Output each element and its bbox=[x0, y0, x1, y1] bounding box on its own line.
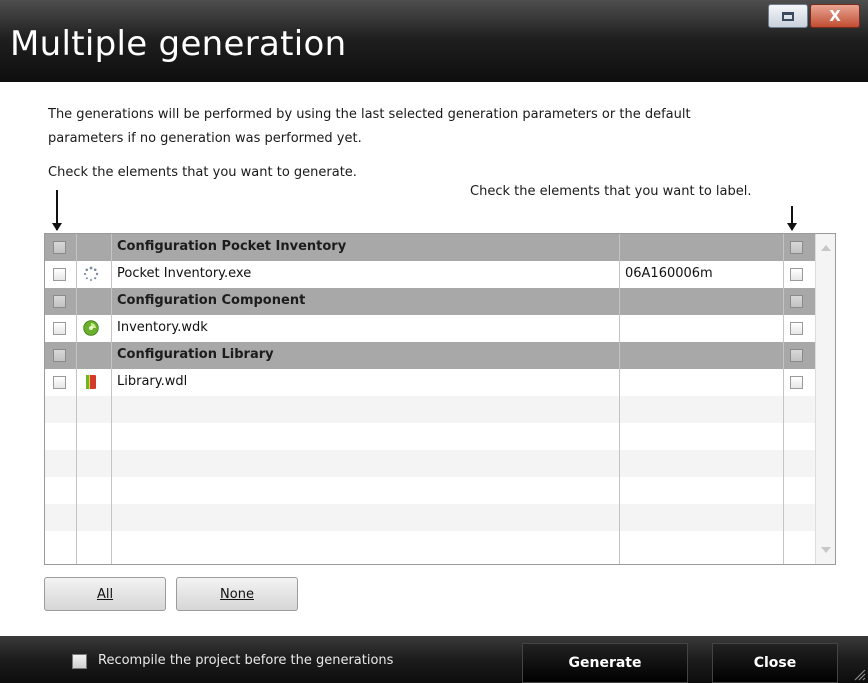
label-checkbox[interactable] bbox=[790, 349, 803, 362]
recompile-checkbox[interactable] bbox=[72, 654, 87, 669]
select-none-label: None bbox=[220, 586, 254, 602]
select-none-button[interactable]: None bbox=[176, 577, 298, 611]
window-controls: X bbox=[768, 4, 860, 28]
empty-row bbox=[45, 450, 815, 477]
item-name: Inventory.wdk bbox=[117, 320, 208, 335]
recompile-label: Recompile the project before the generat… bbox=[98, 653, 394, 668]
select-all-button[interactable]: All bbox=[44, 577, 166, 611]
library-book-icon bbox=[86, 375, 96, 389]
label-checkbox[interactable] bbox=[790, 295, 803, 308]
generate-button-label: Generate bbox=[568, 655, 642, 671]
generate-button[interactable]: Generate bbox=[522, 643, 688, 683]
table-row[interactable]: Inventory.wdk bbox=[45, 315, 815, 342]
title-bar: Multiple generation X bbox=[0, 0, 868, 82]
maximize-icon bbox=[782, 11, 794, 21]
resize-grip-icon[interactable] bbox=[852, 667, 866, 681]
down-arrow-icon bbox=[787, 206, 797, 231]
select-all-label: All bbox=[96, 586, 114, 602]
generate-checkbox[interactable] bbox=[53, 295, 66, 308]
close-window-button[interactable]: X bbox=[810, 4, 860, 28]
group-row: Configuration Component bbox=[45, 288, 815, 315]
group-row: Configuration Library bbox=[45, 342, 815, 369]
down-arrow-icon bbox=[52, 190, 62, 231]
generate-checkbox[interactable] bbox=[53, 241, 66, 254]
label-checkbox[interactable] bbox=[790, 268, 803, 281]
generate-checkbox[interactable] bbox=[53, 376, 66, 389]
window-title: Multiple generation bbox=[10, 24, 347, 64]
empty-row bbox=[45, 396, 815, 423]
empty-row bbox=[45, 504, 815, 531]
component-icon bbox=[83, 320, 99, 336]
group-row: Configuration Pocket Inventory bbox=[45, 234, 815, 261]
label-checkbox[interactable] bbox=[790, 322, 803, 335]
close-button-label: Close bbox=[753, 655, 797, 671]
scroll-down-icon[interactable] bbox=[821, 547, 831, 553]
close-icon: X bbox=[829, 6, 841, 25]
item-name: Library.wdl bbox=[117, 374, 188, 389]
label-checkbox[interactable] bbox=[790, 241, 803, 254]
table-row[interactable]: Library.wdl bbox=[45, 369, 815, 396]
executable-spinner-icon bbox=[83, 266, 99, 281]
generate-checkbox[interactable] bbox=[53, 268, 66, 281]
maximize-button[interactable] bbox=[768, 4, 808, 28]
group-title: Configuration Library bbox=[117, 347, 274, 362]
column-divider bbox=[111, 234, 112, 564]
column-divider bbox=[783, 234, 784, 564]
item-name: Pocket Inventory.exe bbox=[117, 266, 252, 281]
column-divider bbox=[619, 234, 620, 564]
group-title: Configuration Component bbox=[117, 293, 306, 308]
generate-hint: Check the elements that you want to gene… bbox=[48, 165, 357, 180]
column-divider bbox=[76, 234, 77, 564]
vertical-scrollbar[interactable] bbox=[815, 234, 835, 564]
instruction-text-line-1: The generations will be performed by usi… bbox=[48, 107, 691, 122]
footer-bar: Recompile the project before the generat… bbox=[0, 636, 868, 683]
empty-row bbox=[45, 531, 815, 558]
table-row[interactable]: Pocket Inventory.exe 06A160006m bbox=[45, 261, 815, 288]
label-hint: Check the elements that you want to labe… bbox=[470, 184, 752, 199]
empty-row bbox=[45, 423, 815, 450]
empty-row bbox=[45, 477, 815, 504]
close-button[interactable]: Close bbox=[712, 643, 838, 683]
item-version: 06A160006m bbox=[625, 266, 713, 281]
generation-grid: Configuration Pocket Inventory Pocket In… bbox=[44, 233, 836, 565]
generate-checkbox[interactable] bbox=[53, 349, 66, 362]
generate-checkbox[interactable] bbox=[53, 322, 66, 335]
multiple-generation-window: Multiple generation X The generations wi… bbox=[0, 0, 868, 683]
scroll-up-icon[interactable] bbox=[821, 245, 831, 251]
instruction-text-line-2: parameters if no generation was performe… bbox=[48, 131, 362, 146]
group-title: Configuration Pocket Inventory bbox=[117, 239, 347, 254]
label-checkbox[interactable] bbox=[790, 376, 803, 389]
